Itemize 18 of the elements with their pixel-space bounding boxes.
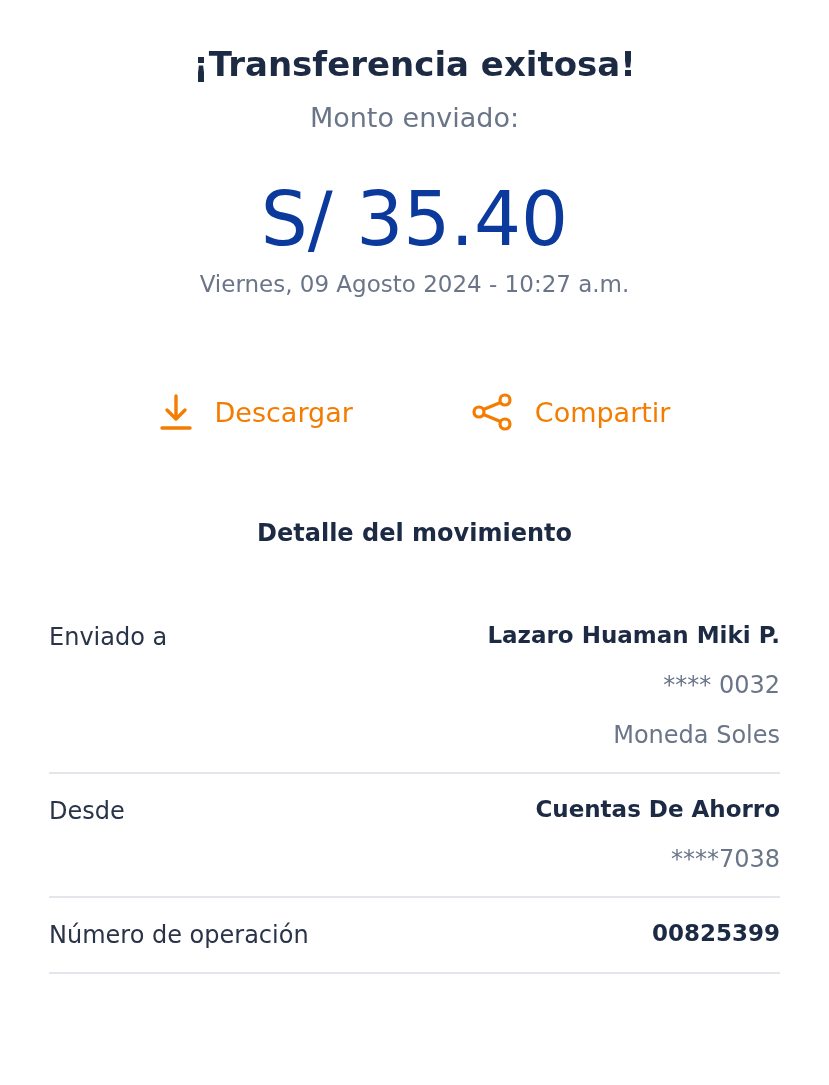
detail-label: Enviado a bbox=[49, 622, 168, 653]
success-title: ¡Transferencia exitosa! bbox=[193, 43, 636, 86]
amount-label: Monto enviado: bbox=[309, 101, 520, 135]
download-icon bbox=[158, 393, 193, 431]
amount-value: S/ 35.40 bbox=[260, 175, 569, 264]
detail-value: Lazaro Huaman Miki P. bbox=[487, 621, 780, 650]
detail-value: 00825399 bbox=[651, 919, 780, 948]
share-button[interactable]: Compartir bbox=[470, 392, 671, 432]
detail-value: Cuentas De Ahorro bbox=[535, 795, 780, 824]
detail-value: **** 0032 bbox=[663, 670, 780, 701]
detail-value: ****7038 bbox=[670, 844, 780, 875]
section-title: Detalle del movimiento bbox=[257, 518, 572, 549]
download-button[interactable]: Descargar bbox=[158, 392, 353, 432]
transfer-date: Viernes, 09 Agosto 2024 - 10:27 a.m. bbox=[199, 270, 630, 299]
detail-label: Número de operación bbox=[49, 920, 309, 951]
detail-label: Desde bbox=[49, 796, 125, 827]
share-icon bbox=[470, 392, 513, 432]
detail-value: Moneda Soles bbox=[613, 720, 780, 751]
